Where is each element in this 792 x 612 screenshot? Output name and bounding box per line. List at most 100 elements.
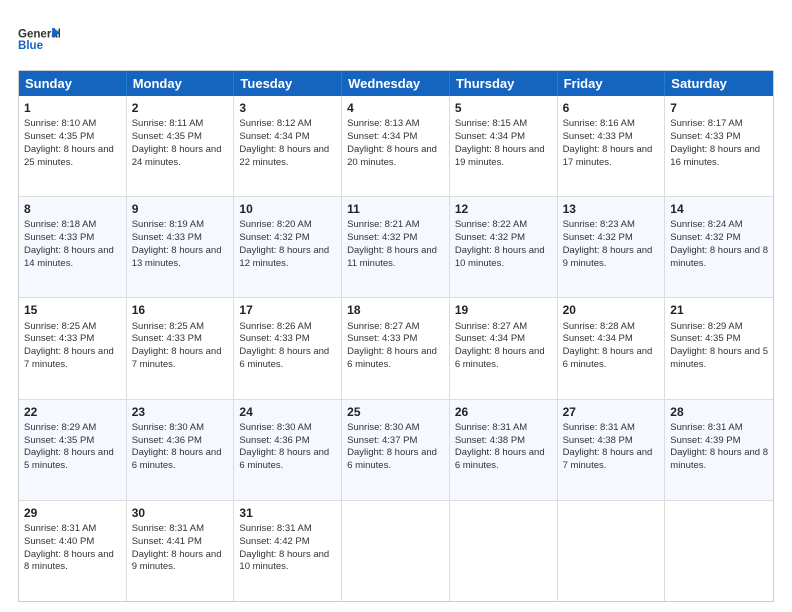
sunrise-label: Sunrise: 8:30 AM (347, 422, 419, 433)
header-monday: Monday (127, 71, 235, 96)
day-number: 4 (347, 100, 444, 116)
svg-text:Blue: Blue (18, 40, 44, 52)
sunrise-label: Sunrise: 8:25 AM (24, 321, 96, 332)
empty-cell-r4-c4 (450, 501, 558, 601)
day-number: 25 (347, 404, 444, 420)
header-wednesday: Wednesday (342, 71, 450, 96)
daylight-label: Daylight: 8 hours and 11 minutes. (347, 245, 437, 269)
sunrise-label: Sunrise: 8:20 AM (239, 219, 311, 230)
calendar-body: 1Sunrise: 8:10 AMSunset: 4:35 PMDaylight… (19, 96, 773, 601)
day-number: 6 (563, 100, 660, 116)
day-cell-17: 17Sunrise: 8:26 AMSunset: 4:33 PMDayligh… (234, 298, 342, 398)
daylight-label: Daylight: 8 hours and 24 minutes. (132, 144, 222, 168)
sunset-label: Sunset: 4:33 PM (347, 333, 417, 344)
logo-svg: General Blue (18, 18, 60, 60)
day-number: 8 (24, 201, 121, 217)
daylight-label: Daylight: 8 hours and 9 minutes. (563, 245, 653, 269)
daylight-label: Daylight: 8 hours and 8 minutes. (24, 549, 114, 573)
day-number: 29 (24, 505, 121, 521)
sunrise-label: Sunrise: 8:18 AM (24, 219, 96, 230)
sunset-label: Sunset: 4:33 PM (24, 333, 94, 344)
day-number: 13 (563, 201, 660, 217)
daylight-label: Daylight: 8 hours and 6 minutes. (563, 346, 653, 370)
sunset-label: Sunset: 4:38 PM (455, 435, 525, 446)
day-cell-24: 24Sunrise: 8:30 AMSunset: 4:36 PMDayligh… (234, 400, 342, 500)
day-number: 30 (132, 505, 229, 521)
daylight-label: Daylight: 8 hours and 9 minutes. (132, 549, 222, 573)
empty-cell-r4-c5 (558, 501, 666, 601)
day-number: 23 (132, 404, 229, 420)
day-number: 21 (670, 302, 768, 318)
calendar-row-3: 15Sunrise: 8:25 AMSunset: 4:33 PMDayligh… (19, 297, 773, 398)
sunrise-label: Sunrise: 8:12 AM (239, 118, 311, 129)
daylight-label: Daylight: 8 hours and 14 minutes. (24, 245, 114, 269)
daylight-label: Daylight: 8 hours and 6 minutes. (455, 346, 545, 370)
daylight-label: Daylight: 8 hours and 7 minutes. (563, 447, 653, 471)
sunrise-label: Sunrise: 8:17 AM (670, 118, 742, 129)
day-cell-9: 9Sunrise: 8:19 AMSunset: 4:33 PMDaylight… (127, 197, 235, 297)
sunset-label: Sunset: 4:35 PM (24, 435, 94, 446)
sunset-label: Sunset: 4:32 PM (347, 232, 417, 243)
daylight-label: Daylight: 8 hours and 16 minutes. (670, 144, 760, 168)
calendar-header: SundayMondayTuesdayWednesdayThursdayFrid… (19, 71, 773, 96)
day-cell-20: 20 Sunrise: 8:28 AMSunset: 4:34 PM Dayligh… (558, 298, 666, 398)
sunset-label: Sunset: 4:34 PM (563, 333, 633, 344)
day-cell-11: 11Sunrise: 8:21 AMSunset: 4:32 PMDayligh… (342, 197, 450, 297)
day-number: 20 (563, 302, 660, 318)
day-number: 31 (239, 505, 336, 521)
sunset-label: Sunset: 4:32 PM (455, 232, 525, 243)
daylight-label: Daylight: 8 hours and 8 minutes. (670, 245, 768, 269)
day-number: 18 (347, 302, 444, 318)
sunrise-label: Sunrise: 8:28 AM (563, 321, 635, 332)
sunset-label: Sunset: 4:32 PM (239, 232, 309, 243)
sunset-label: Sunset: 4:38 PM (563, 435, 633, 446)
empty-cell-r4-c3 (342, 501, 450, 601)
daylight-label: Daylight: 8 hours and 6 minutes. (347, 346, 437, 370)
sunrise-label: Sunrise: 8:31 AM (24, 523, 96, 534)
page-header: General Blue (18, 18, 774, 60)
day-number: 16 (132, 302, 229, 318)
day-cell-8: 8 Sunrise: 8:18 AM Sunset: 4:33 PM Daylight… (19, 197, 127, 297)
sunrise-label: Sunrise: 8:30 AM (132, 422, 204, 433)
sunrise-label: Sunrise: 8:27 AM (455, 321, 527, 332)
header-thursday: Thursday (450, 71, 558, 96)
sunrise-label: Sunrise: 8:16 AM (563, 118, 635, 129)
day-number: 7 (670, 100, 768, 116)
sunrise-label: Sunrise: 8:19 AM (132, 219, 204, 230)
day-number: 15 (24, 302, 121, 318)
day-cell-27: 27Sunrise: 8:31 AMSunset: 4:38 PMDayligh… (558, 400, 666, 500)
day-cell-28: 28Sunrise: 8:31 AMSunset: 4:39 PMDayligh… (665, 400, 773, 500)
sunrise-label: Sunrise: 8:26 AM (239, 321, 311, 332)
sunrise-label: Sunrise: 8:22 AM (455, 219, 527, 230)
day-number: 17 (239, 302, 336, 318)
day-cell-22: 22Sunrise: 8:29 AMSunset: 4:35 PMDayligh… (19, 400, 127, 500)
sunset-label: Sunset: 4:36 PM (239, 435, 309, 446)
daylight-label: Daylight: 8 hours and 25 minutes. (24, 144, 114, 168)
sunset-label: Sunset: 4:33 PM (24, 232, 94, 243)
day-cell-1: 1Sunrise: 8:10 AMSunset: 4:35 PMDaylight… (19, 96, 127, 196)
day-number: 12 (455, 201, 552, 217)
sunrise-label: Sunrise: 8:13 AM (347, 118, 419, 129)
daylight-label: Daylight: 8 hours and 7 minutes. (132, 346, 222, 370)
day-cell-23: 23Sunrise: 8:30 AMSunset: 4:36 PMDayligh… (127, 400, 235, 500)
day-cell-12: 12Sunrise: 8:22 AMSunset: 4:32 PMDayligh… (450, 197, 558, 297)
sunset-label: Sunset: 4:36 PM (132, 435, 202, 446)
header-sunday: Sunday (19, 71, 127, 96)
daylight-label: Daylight: 8 hours and 8 minutes. (670, 447, 768, 471)
daylight-label: Daylight: 8 hours and 5 minutes. (24, 447, 114, 471)
sunset-label: Sunset: 4:33 PM (563, 131, 633, 142)
sunrise-label: Sunrise: 8:31 AM (455, 422, 527, 433)
daylight-label: Daylight: 8 hours and 7 minutes. (24, 346, 114, 370)
day-cell-18: 18Sunrise: 8:27 AMSunset: 4:33 PMDayligh… (342, 298, 450, 398)
sunset-label: Sunset: 4:33 PM (670, 131, 740, 142)
day-cell-2: 2Sunrise: 8:11 AMSunset: 4:35 PMDaylight… (127, 96, 235, 196)
sunset-label: Sunset: 4:34 PM (239, 131, 309, 142)
day-cell-15: 15 Sunrise: 8:25 AMSunset: 4:33 PM Dayligh… (19, 298, 127, 398)
sunset-label: Sunset: 4:40 PM (24, 536, 94, 547)
day-number: 5 (455, 100, 552, 116)
sunrise-label: Sunrise: 8:29 AM (24, 422, 96, 433)
day-cell-3: 3Sunrise: 8:12 AMSunset: 4:34 PMDaylight… (234, 96, 342, 196)
daylight-label: Daylight: 8 hours and 17 minutes. (563, 144, 653, 168)
day-cell-16: 16Sunrise: 8:25 AMSunset: 4:33 PMDayligh… (127, 298, 235, 398)
day-number: 3 (239, 100, 336, 116)
